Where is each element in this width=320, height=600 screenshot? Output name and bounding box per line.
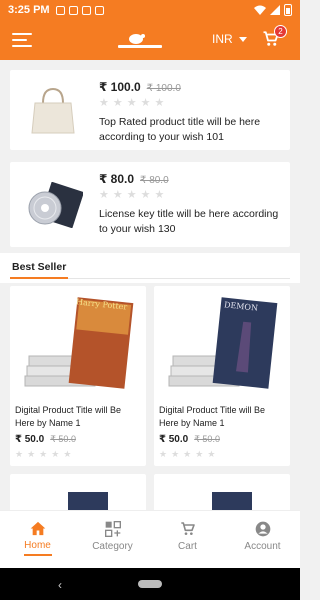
notification-icon bbox=[81, 5, 91, 15]
product-row[interactable]: ₹ 100.0 ₹ 100.0 ★ ★ ★ ★ ★ Top Rated product … bbox=[10, 70, 290, 150]
notification-icon bbox=[55, 5, 65, 15]
product-price: ₹ 100.0 bbox=[99, 80, 141, 94]
star-icon: ★ bbox=[15, 449, 24, 459]
category-icon bbox=[104, 521, 121, 537]
star-icon: ★ bbox=[154, 97, 165, 109]
star-icon: ★ bbox=[154, 189, 165, 201]
star-icon: ★ bbox=[140, 97, 151, 109]
menu-icon[interactable] bbox=[12, 33, 32, 47]
star-icon: ★ bbox=[51, 449, 60, 459]
product-title: License key title will be here according… bbox=[99, 208, 279, 235]
star-icon: ★ bbox=[195, 449, 204, 459]
product-title: Top Rated product title will be here acc… bbox=[99, 116, 261, 143]
home-content[interactable]: ₹ 100.0 ₹ 100.0 ★ ★ ★ ★ ★ Top Rated product … bbox=[0, 60, 300, 510]
nav-cart[interactable]: Cart bbox=[150, 511, 225, 568]
star-icon: ★ bbox=[126, 97, 137, 109]
cart-badge: 2 bbox=[274, 25, 287, 38]
star-icon: ★ bbox=[207, 449, 216, 459]
star-icon: ★ bbox=[39, 449, 48, 459]
product-old-price: ₹ 50.0 bbox=[194, 434, 220, 444]
notification-icons bbox=[55, 5, 104, 15]
notification-icon bbox=[94, 5, 104, 15]
product-image-software bbox=[10, 162, 95, 247]
cart-button[interactable]: 2 bbox=[262, 25, 287, 50]
rating-stars: ★ ★ ★ ★ ★ bbox=[15, 449, 141, 460]
product-price: ₹ 50.0 bbox=[159, 434, 189, 445]
nav-category-label: Category bbox=[92, 541, 133, 552]
star-icon: ★ bbox=[63, 449, 72, 459]
product-row[interactable]: ₹ 80.0 ₹ 80.0 ★ ★ ★ ★ ★ License key title wi… bbox=[10, 162, 290, 247]
rating-stars: ★ ★ ★ ★ ★ bbox=[159, 449, 285, 460]
battery-icon bbox=[284, 4, 292, 16]
nav-home[interactable]: Home bbox=[0, 511, 75, 568]
brand-logo bbox=[118, 34, 162, 48]
home-icon bbox=[30, 521, 45, 536]
nav-account-label: Account bbox=[244, 541, 281, 552]
product-card[interactable]: Harry Potter Digital Product Title will … bbox=[10, 286, 146, 466]
star-icon: ★ bbox=[112, 189, 123, 201]
product-image-book bbox=[212, 492, 252, 510]
product-card[interactable] bbox=[10, 474, 146, 510]
currency-selector[interactable]: INR bbox=[212, 32, 247, 46]
notification-icon bbox=[68, 5, 78, 15]
star-icon: ★ bbox=[126, 189, 137, 201]
status-time: 3:25 PM bbox=[8, 4, 50, 16]
star-icon: ★ bbox=[112, 97, 123, 109]
product-old-price: ₹ 100.0 bbox=[146, 83, 181, 94]
back-icon[interactable]: ‹ bbox=[58, 578, 62, 592]
signal-icon bbox=[270, 5, 280, 15]
chevron-down-icon bbox=[238, 36, 247, 42]
best-seller-header: Best Seller bbox=[0, 253, 300, 283]
product-old-price: ₹ 80.0 bbox=[140, 175, 169, 186]
product-old-price: ₹ 50.0 bbox=[50, 434, 76, 444]
product-card[interactable]: DEMON Digital Product Title will Be Here… bbox=[154, 286, 290, 466]
system-navigation: ‹ bbox=[0, 568, 300, 600]
account-icon bbox=[255, 521, 270, 537]
product-image-book: DEMON bbox=[154, 286, 290, 396]
product-image-handbag bbox=[10, 70, 95, 150]
star-icon: ★ bbox=[159, 449, 168, 459]
section-title: Best Seller bbox=[12, 261, 67, 273]
star-icon: ★ bbox=[27, 449, 36, 459]
product-price: ₹ 80.0 bbox=[99, 172, 135, 186]
star-icon: ★ bbox=[99, 97, 109, 109]
nav-category[interactable]: Category bbox=[75, 511, 150, 568]
nav-account[interactable]: Account bbox=[225, 511, 300, 568]
star-icon: ★ bbox=[183, 449, 192, 459]
status-bar: 3:25 PM bbox=[0, 0, 300, 20]
bottom-navigation: Home Category Cart Account bbox=[0, 510, 300, 568]
product-card[interactable] bbox=[154, 474, 290, 510]
nav-cart-label: Cart bbox=[178, 541, 197, 552]
product-price: ₹ 50.0 bbox=[15, 434, 45, 445]
divider bbox=[68, 278, 290, 279]
cart-icon bbox=[180, 522, 195, 535]
wifi-icon bbox=[254, 5, 266, 15]
section-underline bbox=[10, 277, 68, 279]
product-title: Digital Product Title will Be Here by Na… bbox=[15, 405, 122, 428]
app-bar: INR 2 bbox=[0, 20, 300, 60]
rating-stars: ★ ★ ★ ★ ★ bbox=[99, 98, 286, 109]
star-icon: ★ bbox=[99, 189, 109, 201]
star-icon: ★ bbox=[140, 189, 151, 201]
currency-value: INR bbox=[212, 32, 233, 46]
product-image-book: Harry Potter bbox=[10, 286, 146, 396]
product-title: Digital Product Title will Be Here by Na… bbox=[159, 405, 266, 428]
active-indicator bbox=[23, 554, 52, 556]
nav-home-label: Home bbox=[24, 540, 51, 551]
product-image-book bbox=[68, 492, 108, 510]
home-pill[interactable] bbox=[138, 580, 162, 588]
rating-stars: ★ ★ ★ ★ ★ bbox=[99, 190, 286, 201]
star-icon: ★ bbox=[171, 449, 180, 459]
